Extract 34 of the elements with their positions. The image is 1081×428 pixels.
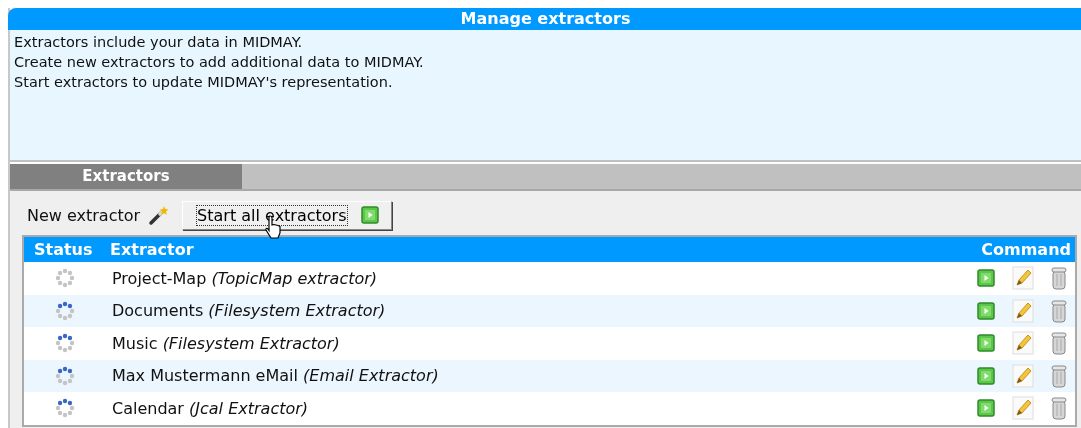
extractor-row[interactable]: Documents (Filesystem Extractor): [24, 294, 1075, 327]
extractor-row[interactable]: Max Mustermann eMail (Email Extractor): [24, 359, 1075, 392]
pencil-icon[interactable]: [1012, 298, 1034, 323]
magic-wand-icon: [148, 204, 171, 226]
column-header: Extractor: [110, 240, 195, 259]
play-icon[interactable]: [360, 206, 379, 224]
play-icon[interactable]: [977, 399, 995, 418]
play-icon[interactable]: [977, 334, 995, 353]
trash-icon[interactable]: [1051, 396, 1067, 421]
trash-icon[interactable]: [1051, 298, 1067, 323]
column-header: Command: [981, 240, 1071, 259]
tab[interactable]: Extractors: [10, 164, 242, 189]
new-extractor-link[interactable]: New extractor: [22, 204, 171, 226]
pencil-icon[interactable]: [1012, 396, 1034, 421]
description-line: Extractors include your data in MIDMAY.: [14, 33, 304, 52]
extractor-name: Music (Filesystem Extractor): [111, 333, 341, 353]
trash-icon[interactable]: [1051, 266, 1067, 291]
trash-icon[interactable]: [1051, 331, 1067, 356]
panel-title: Manage extractors: [8, 8, 1081, 30]
pencil-icon[interactable]: [1012, 266, 1034, 291]
description-line: Create new extractors to add additional data to MIDMAY.: [14, 53, 425, 72]
column-header: Status: [33, 240, 94, 259]
extractor-name: Calendar (Jcal Extractor): [111, 398, 310, 418]
extractor-name: Documents (Filesystem Extractor): [111, 301, 387, 321]
start-all-button[interactable]: Start all extractors: [182, 200, 392, 230]
extractor-name: Max Mustermann eMail (Email Extractor): [111, 366, 440, 386]
play-icon[interactable]: [977, 269, 995, 288]
play-icon[interactable]: [977, 366, 995, 385]
description-line: Start extractors to update MIDMAY's representation.: [14, 73, 394, 92]
pencil-icon[interactable]: [1012, 331, 1034, 356]
extractor-name: Project-Map (TopicMap extractor): [111, 268, 379, 288]
trash-icon[interactable]: [1051, 363, 1067, 388]
play-icon[interactable]: [977, 301, 995, 320]
pencil-icon[interactable]: [1012, 363, 1034, 388]
